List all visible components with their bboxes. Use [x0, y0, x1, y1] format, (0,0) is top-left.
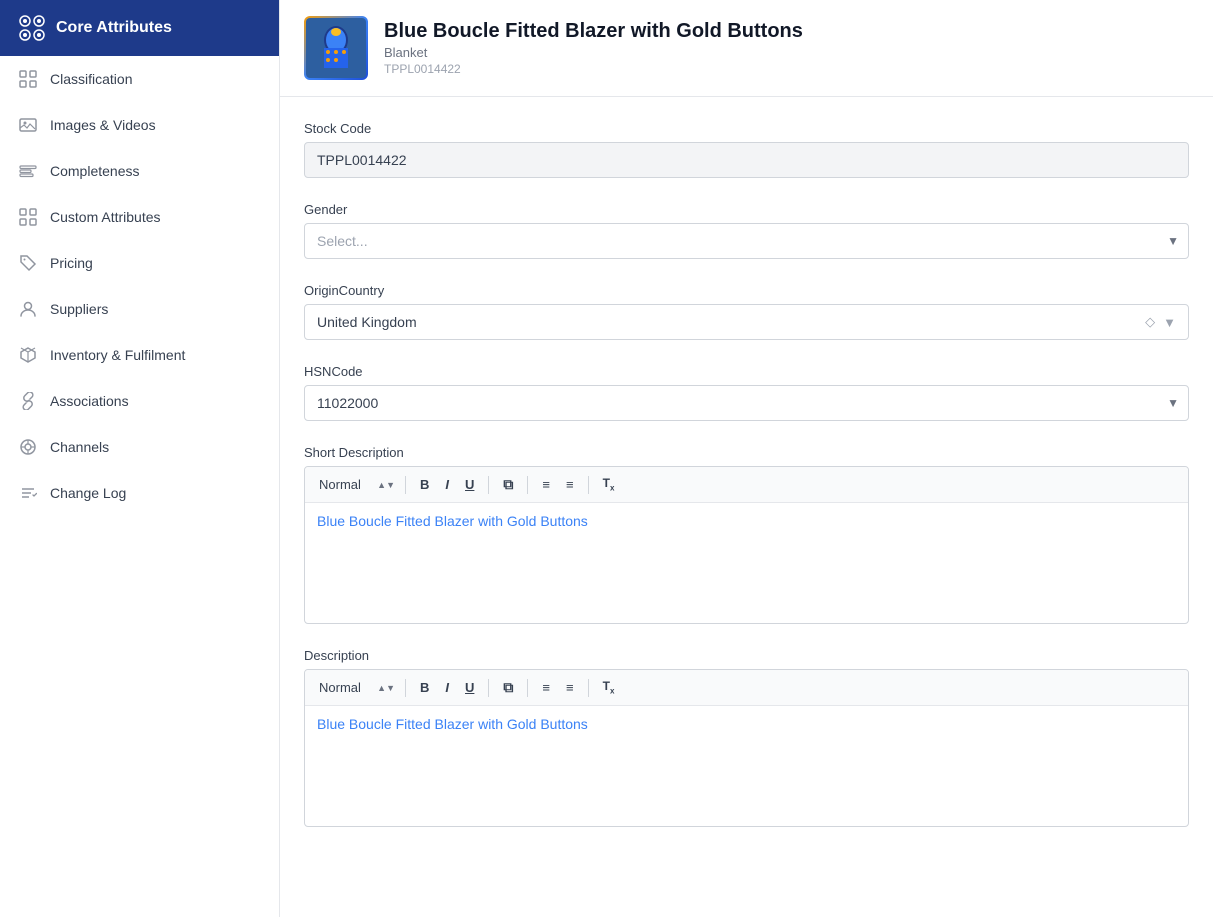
hsn-code-label: HSNCode: [304, 364, 1189, 379]
desc-format-select-wrapper: Normal Heading 1 Heading 2 ▲▼: [315, 678, 397, 697]
bold-button[interactable]: B: [414, 474, 435, 495]
gender-select-wrapper: Select... Male Female Unisex ▼: [304, 223, 1189, 259]
description-body[interactable]: Blue Boucle Fitted Blazer with Gold Butt…: [305, 706, 1188, 826]
desc-bold-button[interactable]: B: [414, 677, 435, 698]
gender-label: Gender: [304, 202, 1189, 217]
core-attributes-icon: [18, 14, 46, 42]
custom-grid-icon: [18, 207, 38, 227]
product-title: Blue Boucle Fitted Blazer with Gold Butt…: [384, 20, 803, 43]
stock-code-label: Stock Code: [304, 121, 1189, 136]
sidebar-item-label: Completeness: [50, 163, 140, 179]
origin-country-wrapper: ◇ ▼: [304, 304, 1189, 340]
format-select-wrapper: Normal Heading 1 Heading 2 ▲▼: [315, 475, 397, 494]
italic-button[interactable]: I: [439, 474, 455, 495]
person-icon: [18, 299, 38, 319]
sidebar-item-pricing[interactable]: Pricing: [0, 240, 279, 286]
desc-format-select[interactable]: Normal Heading 1 Heading 2: [315, 678, 397, 697]
underline-button[interactable]: U: [459, 474, 480, 495]
hsn-code-input[interactable]: [304, 385, 1189, 421]
toolbar-divider-4: [588, 476, 589, 494]
desc-unordered-list-button[interactable]: ≡: [560, 677, 580, 698]
tag-icon: [18, 253, 38, 273]
origin-country-field: OriginCountry ◇ ▼: [304, 283, 1189, 340]
product-thumbnail: [306, 18, 366, 78]
origin-country-label: OriginCountry: [304, 283, 1189, 298]
sidebar-item-change-log[interactable]: Change Log: [0, 470, 279, 516]
sidebar-item-completeness[interactable]: Completeness: [0, 148, 279, 194]
sidebar-item-label: Channels: [50, 439, 109, 455]
form-area: Stock Code Gender Select... Male Female …: [280, 97, 1213, 851]
description-editor: Normal Heading 1 Heading 2 ▲▼ B I U ⧉ ≡ …: [304, 669, 1189, 827]
image-icon: [18, 115, 38, 135]
desc-toolbar-divider-4: [588, 679, 589, 697]
product-image: [304, 16, 368, 80]
grid-icon: [18, 69, 38, 89]
stock-code-field: Stock Code: [304, 121, 1189, 178]
toolbar-divider-3: [527, 476, 528, 494]
clear-icon[interactable]: ◇: [1141, 314, 1159, 330]
link-button[interactable]: ⧉: [497, 473, 519, 496]
product-code: TPPL0014422: [384, 62, 803, 76]
gender-select[interactable]: Select... Male Female Unisex: [304, 223, 1189, 259]
box-icon: [18, 345, 38, 365]
desc-link-button[interactable]: ⧉: [497, 676, 519, 699]
desc-toolbar-divider-1: [405, 679, 406, 697]
description-toolbar: Normal Heading 1 Heading 2 ▲▼ B I U ⧉ ≡ …: [305, 670, 1188, 706]
hsn-code-wrapper: ▼: [304, 385, 1189, 421]
sidebar-item-suppliers[interactable]: Suppliers: [0, 286, 279, 332]
short-description-content[interactable]: Blue Boucle Fitted Blazer with Gold Butt…: [317, 513, 588, 529]
sidebar-item-label: Suppliers: [50, 301, 108, 317]
short-description-toolbar: Normal Heading 1 Heading 2 ▲▼ B I U ⧉ ≡ …: [305, 467, 1188, 503]
link-icon: [18, 391, 38, 411]
desc-ordered-list-button[interactable]: ≡: [536, 677, 556, 698]
sidebar-item-label: Classification: [50, 71, 132, 87]
format-select[interactable]: Normal Heading 1 Heading 2: [315, 475, 397, 494]
sidebar-item-label: Associations: [50, 393, 129, 409]
sidebar-item-channels[interactable]: Channels: [0, 424, 279, 470]
product-header: Blue Boucle Fitted Blazer with Gold Butt…: [280, 0, 1213, 97]
chevron-down-icon[interactable]: ▼: [1159, 315, 1180, 330]
unordered-list-button[interactable]: ≡: [560, 474, 580, 495]
description-content[interactable]: Blue Boucle Fitted Blazer with Gold Butt…: [317, 716, 588, 732]
description-label: Description: [304, 648, 1189, 663]
desc-clear-format-button[interactable]: Tx: [597, 676, 621, 698]
desc-italic-button[interactable]: I: [439, 677, 455, 698]
short-description-field: Short Description Normal Heading 1 Headi…: [304, 445, 1189, 624]
sidebar-header[interactable]: Core Attributes: [0, 0, 279, 56]
changelog-icon: [18, 483, 38, 503]
product-info: Blue Boucle Fitted Blazer with Gold Butt…: [384, 20, 803, 76]
desc-toolbar-divider-2: [488, 679, 489, 697]
ordered-list-button[interactable]: ≡: [536, 474, 556, 495]
sidebar: Core Attributes Classification Images & …: [0, 0, 280, 917]
sidebar-item-label: Inventory & Fulfilment: [50, 347, 185, 363]
product-brand: Blanket: [384, 45, 803, 60]
origin-country-input[interactable]: [305, 305, 1141, 339]
gender-field: Gender Select... Male Female Unisex ▼: [304, 202, 1189, 259]
short-description-label: Short Description: [304, 445, 1189, 460]
completeness-icon: [18, 161, 38, 181]
origin-field-actions: ◇ ▼: [1141, 314, 1188, 330]
hsn-code-field: HSNCode ▼: [304, 364, 1189, 421]
sidebar-item-inventory-fulfilment[interactable]: Inventory & Fulfilment: [0, 332, 279, 378]
sidebar-item-classification[interactable]: Classification: [0, 56, 279, 102]
channels-icon: [18, 437, 38, 457]
desc-underline-button[interactable]: U: [459, 677, 480, 698]
toolbar-divider-2: [488, 476, 489, 494]
sidebar-item-label: Images & Videos: [50, 117, 156, 133]
toolbar-divider-1: [405, 476, 406, 494]
short-description-editor: Normal Heading 1 Heading 2 ▲▼ B I U ⧉ ≡ …: [304, 466, 1189, 624]
short-description-body[interactable]: Blue Boucle Fitted Blazer with Gold Butt…: [305, 503, 1188, 623]
clear-format-button[interactable]: Tx: [597, 473, 621, 495]
sidebar-item-label: Pricing: [50, 255, 93, 271]
stock-code-input[interactable]: [304, 142, 1189, 178]
sidebar-item-associations[interactable]: Associations: [0, 378, 279, 424]
sidebar-item-images-videos[interactable]: Images & Videos: [0, 102, 279, 148]
sidebar-header-title: Core Attributes: [56, 19, 172, 37]
main-content: Blue Boucle Fitted Blazer with Gold Butt…: [280, 0, 1213, 917]
description-field: Description Normal Heading 1 Heading 2 ▲…: [304, 648, 1189, 827]
desc-toolbar-divider-3: [527, 679, 528, 697]
sidebar-item-label: Custom Attributes: [50, 209, 161, 225]
sidebar-item-custom-attributes[interactable]: Custom Attributes: [0, 194, 279, 240]
sidebar-item-label: Change Log: [50, 485, 126, 501]
